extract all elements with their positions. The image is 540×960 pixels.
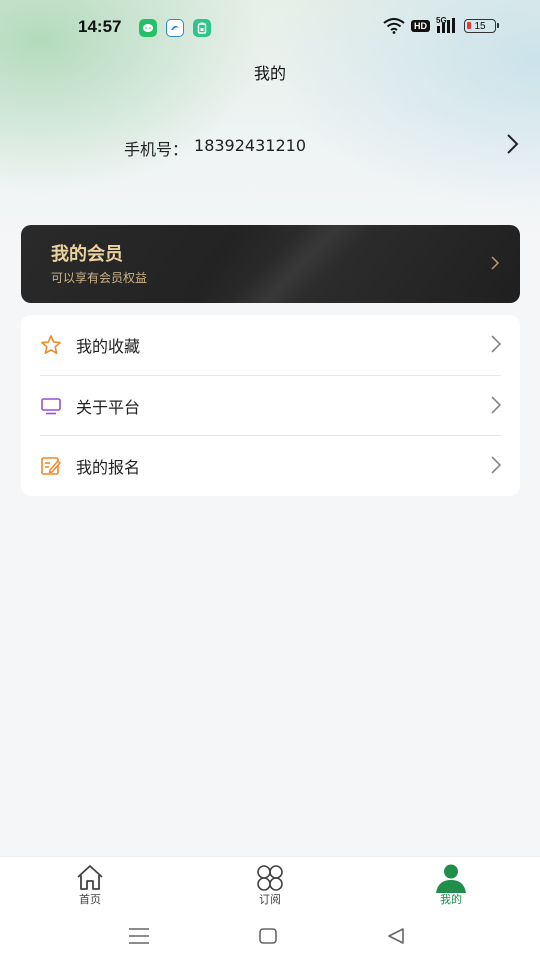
phone-number: 18392431210 xyxy=(194,136,306,155)
chevron-right-icon xyxy=(491,456,502,474)
profile-phone[interactable]: 手机号： 18392431210 xyxy=(124,136,306,160)
notification-icons xyxy=(139,19,211,37)
chevron-right-icon xyxy=(491,256,500,270)
battery-saver-icon xyxy=(193,19,211,37)
menu-item-favorites[interactable]: 我的收藏 xyxy=(21,315,520,375)
tab-label: 我的 xyxy=(440,893,462,906)
tab-home[interactable]: 首页 xyxy=(50,857,130,913)
tab-subscribe[interactable]: 订阅 xyxy=(230,857,310,913)
menu-item-label: 关于平台 xyxy=(76,398,141,417)
grid-icon xyxy=(257,865,283,891)
back-icon[interactable] xyxy=(386,926,406,946)
chat-app-icon xyxy=(139,19,157,37)
chevron-right-icon xyxy=(491,396,502,414)
network-type: 5G xyxy=(436,16,458,34)
vip-subtitle: 可以享有会员权益 xyxy=(51,271,148,285)
menu-icon[interactable] xyxy=(128,926,150,946)
status-indicators: HD 5G 15 xyxy=(383,16,499,34)
status-bar: 14:57 HD 5G 15 xyxy=(0,0,540,56)
menu-item-about[interactable]: 关于平台 xyxy=(21,376,520,436)
user-icon xyxy=(436,864,466,893)
menu-item-label: 我的报名 xyxy=(76,458,141,477)
phone-label: 手机号： xyxy=(124,140,189,159)
tab-label: 首页 xyxy=(79,893,101,906)
bottom-tab-bar: 首页 订阅 我的 xyxy=(0,856,540,912)
home-icon xyxy=(77,865,103,890)
chevron-right-icon xyxy=(491,335,502,353)
vip-membership-card[interactable]: 我的会员 可以享有会员权益 xyxy=(21,225,520,303)
browser-app-icon xyxy=(166,19,184,37)
tab-label: 订阅 xyxy=(259,893,281,906)
menu-list: 我的收藏 关于平台 我的报名 xyxy=(21,315,520,496)
signal-icon xyxy=(437,18,455,33)
home-button-icon[interactable] xyxy=(258,926,278,946)
menu-item-registrations[interactable]: 我的报名 xyxy=(21,436,520,496)
page-title: 我的 xyxy=(253,64,286,83)
star-icon xyxy=(41,335,61,354)
tab-mine[interactable]: 我的 xyxy=(411,857,491,913)
system-navigation-bar xyxy=(0,912,540,960)
monitor-icon xyxy=(41,398,61,415)
wifi-icon xyxy=(383,18,405,34)
vip-title: 我的会员 xyxy=(51,244,123,265)
menu-item-label: 我的收藏 xyxy=(76,337,141,356)
battery-indicator: 15 xyxy=(464,19,499,33)
hd-badge: HD xyxy=(411,20,430,32)
status-time: 14:57 xyxy=(78,17,122,36)
chevron-right-icon[interactable] xyxy=(506,133,520,155)
edit-icon xyxy=(41,457,61,475)
